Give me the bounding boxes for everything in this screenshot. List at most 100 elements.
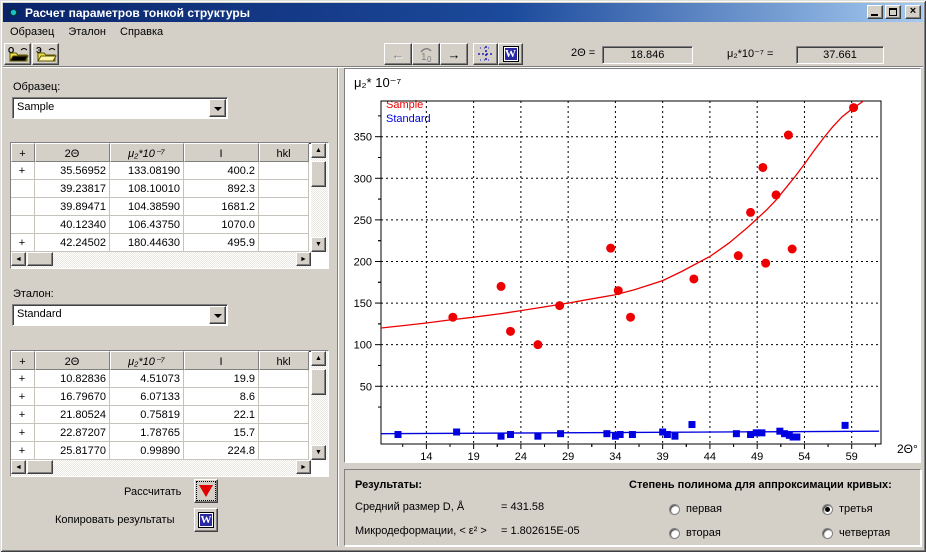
sample-point — [606, 244, 615, 253]
table-row[interactable]: +35.56952133.08190400.2 — [11, 162, 328, 180]
scroll-up-button[interactable]: ▲ — [311, 351, 326, 366]
table-row[interactable]: 39.89471104.385901681.2 — [11, 198, 328, 216]
word-icon: W — [198, 512, 214, 528]
table-row[interactable]: +21.805240.7581922.1 — [11, 406, 328, 424]
next-point-button[interactable]: → — [440, 43, 468, 65]
table-cell: 106.43750 — [110, 216, 184, 234]
radio-fourth[interactable] — [822, 528, 833, 539]
sample-point — [761, 259, 770, 268]
scroll-down-button[interactable]: ▼ — [311, 445, 326, 460]
radio-third[interactable] — [822, 504, 833, 515]
export-word-button[interactable]: W — [498, 43, 523, 65]
minimize-button[interactable] — [867, 5, 883, 19]
table-row[interactable]: +25.817700.99890224.8 — [11, 442, 328, 460]
scroll-right-button[interactable]: ► — [296, 252, 311, 266]
y-tick-label: 350 — [354, 132, 372, 144]
table-row[interactable]: 39.23817108.10010892.3 — [11, 180, 328, 198]
standard-combobox[interactable]: Standard — [12, 304, 228, 326]
copy-results-button[interactable]: W — [194, 508, 218, 532]
x-tick-label: 59 — [846, 451, 858, 462]
vscroll-thumb[interactable] — [311, 161, 326, 187]
chart-panel: μ₂* 10⁻⁷ Sample Standard 2Θ° 50100150200… — [344, 68, 921, 463]
power-ten-icon: 1 0 — [416, 45, 436, 63]
grid-toggle-button[interactable] — [473, 43, 498, 65]
polynomial-title: Степень полинома для аппроксимации кривы… — [629, 479, 892, 491]
standard-table-hscrollbar[interactable]: ◄ ► — [11, 460, 311, 476]
table-cell: + — [11, 424, 35, 442]
standard-point — [664, 431, 671, 438]
menu-sample[interactable]: Образец — [3, 24, 61, 40]
scroll-left-button[interactable]: ◄ — [11, 252, 26, 266]
scroll-right-button[interactable]: ► — [296, 460, 311, 474]
radio-first-label[interactable]: первая — [686, 503, 722, 515]
close-button[interactable]: × — [905, 5, 921, 19]
radio-second-label[interactable]: вторая — [686, 527, 721, 539]
table-cell: 35.56952 — [35, 162, 110, 180]
sample-point — [555, 301, 564, 310]
radio-second[interactable] — [669, 528, 680, 539]
window-title: Расчет параметров тонкой структуры — [25, 6, 250, 20]
sample-point — [788, 244, 797, 253]
standard-combobox-arrow[interactable] — [209, 306, 226, 324]
table-row[interactable]: +22.872071.7876515.7 — [11, 424, 328, 442]
standard-point — [395, 431, 402, 438]
standard-point — [629, 431, 636, 438]
hscroll-thumb[interactable] — [27, 460, 53, 474]
prev-point-button[interactable]: ← — [384, 43, 412, 65]
sample-point — [506, 327, 515, 336]
table-cell: 22.1 — [184, 406, 259, 424]
scroll-down-button[interactable]: ▼ — [311, 237, 326, 252]
app-icon — [6, 5, 21, 20]
table-row[interactable]: 40.12340106.437501070.0 — [11, 216, 328, 234]
radio-third-label[interactable]: третья — [839, 503, 873, 515]
table-row[interactable]: +42.24502180.44630495.9 — [11, 234, 328, 252]
recalc-point-button[interactable]: 1 0 — [412, 43, 440, 65]
sample-combobox-arrow[interactable] — [209, 99, 226, 117]
open-standard-button[interactable]: Э — [32, 43, 59, 65]
table-cell — [259, 442, 309, 460]
radio-first[interactable] — [669, 504, 680, 515]
sample-table-vscrollbar[interactable]: ▲ ▼ — [311, 143, 328, 252]
standard-point — [617, 431, 624, 438]
table-cell: 108.10010 — [110, 180, 184, 198]
theta-value-field: 18.846 — [602, 46, 693, 64]
table-cell — [259, 216, 309, 234]
table-header-row: +2Θμ₂*10⁻⁷Ihkl — [11, 143, 328, 162]
y-tick-label: 200 — [354, 256, 372, 268]
sample-point — [758, 163, 767, 172]
table-row[interactable]: +10.828364.5107319.9 — [11, 370, 328, 388]
table-cell — [259, 180, 309, 198]
right-arrow-icon: → — [448, 48, 461, 61]
open-folder-standard-icon: Э — [35, 45, 57, 63]
open-sample-button[interactable]: О — [4, 43, 31, 65]
menu-standard[interactable]: Эталон — [61, 24, 113, 40]
standard-table-vscrollbar[interactable]: ▲ ▼ — [311, 351, 328, 460]
results-title: Результаты: — [355, 479, 422, 491]
x-tick-label: 14 — [420, 451, 432, 462]
radio-fourth-label[interactable]: четвертая — [839, 527, 890, 539]
table-header-cell: + — [11, 143, 35, 162]
sample-table-hscrollbar[interactable]: ◄ ► — [11, 252, 311, 268]
sample-point — [734, 251, 743, 260]
menu-help[interactable]: Справка — [113, 24, 170, 40]
table-row[interactable]: +16.796706.071338.6 — [11, 388, 328, 406]
standard-label: Эталон: — [13, 288, 54, 300]
hscroll-thumb[interactable] — [27, 252, 53, 266]
scroll-up-button[interactable]: ▲ — [311, 143, 326, 158]
left-arrow-icon: ← — [392, 48, 405, 61]
sample-table: +2Θμ₂*10⁻⁷Ihkl+35.56952133.08190400.239.… — [10, 142, 329, 269]
table-cell: 133.08190 — [110, 162, 184, 180]
table-header-cell: μ₂*10⁻⁷ — [110, 143, 184, 162]
standard-point — [758, 429, 765, 436]
grid-icon — [477, 45, 495, 63]
title-bar[interactable]: Расчет параметров тонкой структуры × — [3, 3, 923, 22]
scroll-left-button[interactable]: ◄ — [11, 460, 26, 474]
maximize-icon — [889, 8, 897, 16]
vscroll-thumb[interactable] — [311, 369, 326, 395]
sample-combobox[interactable]: Sample — [12, 97, 228, 119]
table-cell: 39.23817 — [35, 180, 110, 198]
maximize-button[interactable] — [885, 5, 901, 19]
calculate-button[interactable] — [194, 479, 218, 503]
standard-point — [688, 421, 695, 428]
standard-point — [498, 433, 505, 440]
